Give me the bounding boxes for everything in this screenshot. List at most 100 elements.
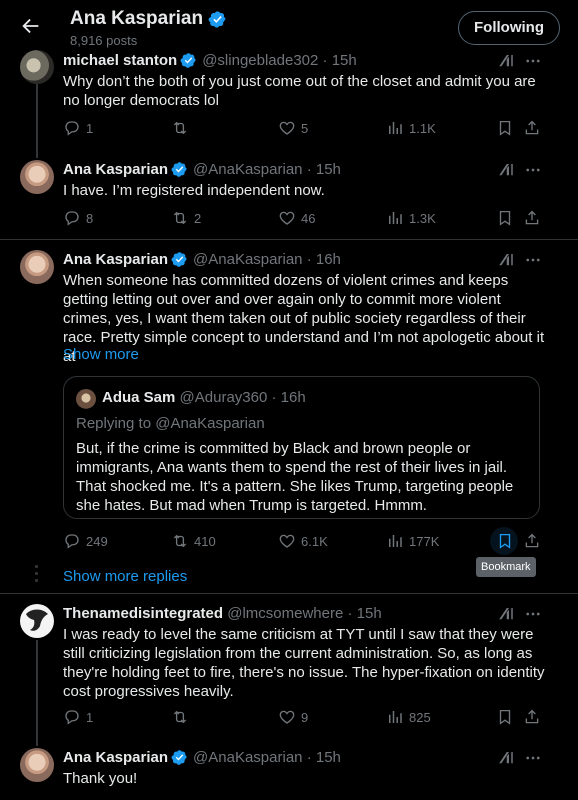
- views-action[interactable]: 1.1K: [386, 119, 436, 137]
- reply-action[interactable]: 1: [63, 119, 93, 137]
- author-handle[interactable]: @AnaKasparian: [193, 251, 302, 268]
- bookmark-action[interactable]: [496, 119, 514, 137]
- repost-action[interactable]: 2: [171, 209, 201, 227]
- reply-action[interactable]: 249: [63, 532, 108, 550]
- repost-icon: [171, 532, 189, 550]
- like-count: 5: [301, 120, 309, 136]
- bookmark-icon: [496, 209, 514, 227]
- repost-count: 2: [194, 210, 202, 226]
- author-name[interactable]: Ana Kasparian: [63, 161, 168, 178]
- author-name[interactable]: Ana Kasparian: [63, 251, 168, 268]
- grok-icon[interactable]: [497, 161, 515, 179]
- author-name[interactable]: michael stanton: [63, 52, 177, 69]
- like-action[interactable]: 46: [278, 209, 315, 227]
- post-time[interactable]: · 15h: [347, 605, 381, 622]
- author-name[interactable]: Ana Kasparian: [63, 749, 168, 766]
- like-icon: [278, 708, 296, 726]
- share-action[interactable]: [523, 119, 541, 137]
- like-action[interactable]: 5: [278, 119, 308, 137]
- share-icon: [523, 532, 541, 550]
- author-name[interactable]: Thenamedisintegrated: [63, 605, 223, 622]
- more-icon[interactable]: [524, 605, 542, 623]
- more-icon[interactable]: [524, 52, 542, 70]
- grok-icon[interactable]: [497, 749, 515, 767]
- action-bar: 8 2 46 1.3K: [63, 209, 545, 229]
- post-text: Why don’t the both of you just come out …: [63, 73, 536, 109]
- author-handle[interactable]: @AnaKasparian: [193, 749, 302, 766]
- verified-icon: [171, 251, 188, 268]
- author-handle[interactable]: @slingeblade302: [202, 52, 318, 69]
- post-meta: Ana Kasparian @AnaKasparian · 15h: [63, 749, 341, 766]
- grok-icon[interactable]: [497, 52, 515, 70]
- post-time[interactable]: · 15h: [307, 161, 341, 178]
- share-action[interactable]: [523, 209, 541, 227]
- post-time[interactable]: · 16h: [307, 251, 341, 268]
- show-more-link[interactable]: Show more: [63, 346, 139, 363]
- grok-icon[interactable]: [497, 605, 515, 623]
- repost-action[interactable]: [171, 119, 194, 137]
- action-bar: 249 410 6.1K 177K: [63, 532, 545, 552]
- views-action[interactable]: 1.3K: [386, 209, 436, 227]
- views-count: 177K: [409, 533, 440, 549]
- repost-count: 410: [194, 533, 216, 549]
- action-bar: 1 9 825: [63, 708, 545, 728]
- more-icon[interactable]: [524, 161, 542, 179]
- reply-icon: [63, 209, 81, 227]
- quote-author-name: Adua Sam: [102, 389, 176, 406]
- reply-icon: [63, 532, 81, 550]
- quoted-post[interactable]: Adua Sam @Aduray360 · 16h Replying to @A…: [63, 376, 540, 519]
- bookmark-action[interactable]: [496, 209, 514, 227]
- thread-dots: [35, 565, 38, 586]
- avatar[interactable]: [20, 250, 54, 284]
- reply-action[interactable]: 1: [63, 708, 93, 726]
- post-text: I have. I’m registered independent now.: [63, 182, 325, 199]
- share-action[interactable]: [523, 532, 541, 550]
- like-icon: [278, 532, 296, 550]
- like-action[interactable]: 9: [278, 708, 308, 726]
- repost-action[interactable]: 410: [171, 532, 216, 550]
- more-icon[interactable]: [524, 749, 542, 767]
- avatar[interactable]: [20, 604, 54, 638]
- post-meta: Ana Kasparian @AnaKasparian · 16h: [63, 251, 341, 268]
- show-more-replies-link[interactable]: Show more replies: [63, 568, 187, 585]
- header-posts-count: 8,916 posts: [70, 33, 138, 48]
- bookmark-action[interactable]: [496, 708, 514, 726]
- views-action[interactable]: 825: [386, 708, 431, 726]
- quote-avatar[interactable]: [76, 389, 96, 409]
- post-ana-reply-1[interactable]: Ana Kasparian @AnaKasparian · 15h I have…: [0, 150, 578, 240]
- post-meta: michael stanton @slingeblade302 · 15h: [63, 52, 357, 69]
- post-meta: Ana Kasparian @AnaKasparian · 15h: [63, 161, 341, 178]
- post-time[interactable]: · 15h: [323, 52, 357, 69]
- post-time[interactable]: · 15h: [307, 749, 341, 766]
- post-thenamedisintegrated[interactable]: Thenamedisintegrated @lmcsomewhere · 15h…: [0, 594, 578, 730]
- like-icon: [278, 119, 296, 137]
- views-icon: [386, 119, 404, 137]
- action-bar: 1 5 1.1K: [63, 119, 545, 139]
- author-handle[interactable]: @AnaKasparian: [193, 161, 302, 178]
- like-count: 46: [301, 210, 316, 226]
- more-icon[interactable]: [524, 251, 542, 269]
- quote-text: But, if the crime is committed by Black …: [76, 440, 514, 514]
- avatar[interactable]: [20, 748, 54, 782]
- share-icon: [523, 209, 541, 227]
- avatar[interactable]: [20, 50, 54, 84]
- share-icon: [523, 119, 541, 137]
- share-action[interactable]: [523, 708, 541, 726]
- repost-icon: [171, 708, 189, 726]
- post-ana-reply-2[interactable]: Ana Kasparian @AnaKasparian · 15h Thank …: [0, 738, 578, 800]
- back-arrow-icon[interactable]: [20, 15, 42, 37]
- following-button[interactable]: Following: [458, 11, 560, 45]
- reply-action[interactable]: 8: [63, 209, 93, 227]
- views-action[interactable]: 177K: [386, 532, 439, 550]
- avatar[interactable]: [20, 160, 54, 194]
- reply-count: 8: [86, 210, 94, 226]
- views-icon: [386, 708, 404, 726]
- quote-meta: Adua Sam @Aduray360 · 16h: [102, 389, 306, 406]
- reply-count: 1: [86, 709, 94, 725]
- grok-icon[interactable]: [497, 251, 515, 269]
- repost-action[interactable]: [171, 708, 194, 726]
- views-icon: [386, 532, 404, 550]
- author-handle[interactable]: @lmcsomewhere: [227, 605, 343, 622]
- like-action[interactable]: 6.1K: [278, 532, 328, 550]
- bookmark-action[interactable]: [496, 532, 514, 550]
